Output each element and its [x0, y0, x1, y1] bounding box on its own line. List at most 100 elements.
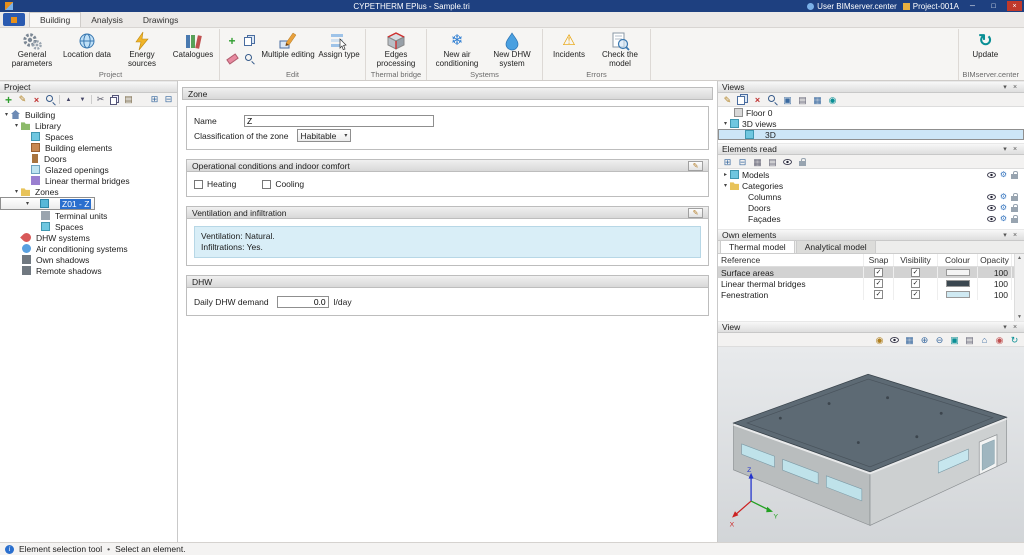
zoom-in-button[interactable]: ⊕ [919, 335, 930, 345]
orbit-button[interactable]: ◉ [874, 335, 885, 345]
snap-checkbox[interactable]: ✓ [874, 290, 883, 299]
visibility-all-button[interactable] [782, 159, 793, 165]
name-input[interactable] [244, 115, 434, 127]
panel-collapse-icon[interactable]: ▾ [1000, 231, 1010, 239]
scroll-up-icon[interactable]: ▲ [1017, 255, 1022, 261]
tree-item-doors[interactable]: Doors [0, 153, 177, 164]
panel-close-icon[interactable]: × [1010, 232, 1020, 239]
app-menu-button[interactable] [3, 13, 25, 26]
lock-icon[interactable] [1011, 196, 1018, 201]
tree-item-zones[interactable]: ▾ Zones [0, 186, 177, 197]
table-row-linear-thermal-bridges[interactable]: Linear thermal bridges ✓ ✓ 100 [718, 278, 1024, 289]
incidents-button[interactable]: ⚠ Incidents [546, 29, 592, 60]
panel-close-icon[interactable]: × [1010, 324, 1020, 331]
search-button[interactable] [241, 50, 257, 67]
view-item-3d[interactable]: 3D [718, 129, 1024, 140]
location-data-button[interactable]: Location data [60, 29, 114, 60]
update-button[interactable]: ↻ Update [962, 29, 1008, 60]
lock-icon[interactable] [1011, 218, 1018, 223]
catalogues-button[interactable]: Catalogues [170, 29, 216, 60]
tab-analysis[interactable]: Analysis [81, 13, 133, 27]
eye-icon[interactable] [987, 205, 996, 211]
expander-icon[interactable]: ▾ [721, 120, 730, 127]
table-scrollbar[interactable]: ▲ ▼ [1014, 254, 1024, 321]
model-view-button[interactable]: ▦ [812, 95, 823, 105]
visibility-checkbox[interactable]: ✓ [911, 290, 920, 299]
zoom-out-button[interactable]: ⊖ [934, 335, 945, 345]
visibility-checkbox[interactable]: ✓ [911, 268, 920, 277]
tab-thermal-model[interactable]: Thermal model [720, 240, 795, 253]
collapse-all-button[interactable]: ⊟ [737, 157, 748, 167]
gear-icon[interactable]: ⚙ [1000, 193, 1007, 201]
tree-item-zone-z01[interactable]: ▾ Z01 - Z [0, 197, 95, 210]
3d-viewport[interactable]: Z X Y [718, 347, 1024, 542]
add-button[interactable]: + [224, 32, 240, 49]
tree-item-remote-shadows[interactable]: Remote shadows [0, 265, 177, 276]
expander-icon[interactable]: ▸ [721, 171, 730, 178]
record-button[interactable]: ◉ [994, 335, 1005, 345]
tree-add-button[interactable]: + [3, 94, 14, 106]
tree-item-linear-thermal-bridges[interactable]: Linear thermal bridges [0, 175, 177, 186]
scroll-down-icon[interactable]: ▼ [1017, 314, 1022, 320]
delete-view-button[interactable]: × [752, 95, 763, 105]
tree-item-terminal-units[interactable]: Terminal units [0, 210, 177, 221]
elements-item-doors[interactable]: Doors ⚙ [718, 202, 1024, 213]
duplicate-button[interactable] [241, 32, 257, 49]
view-item-floor0[interactable]: Floor 0 [718, 107, 1024, 118]
elements-item-categories[interactable]: ▾ Categories [718, 180, 1024, 191]
dhw-demand-input[interactable] [277, 296, 329, 308]
expander-icon[interactable]: ▾ [23, 200, 32, 207]
print-view-button[interactable]: ▤ [797, 95, 808, 105]
snap-checkbox[interactable]: ✓ [874, 268, 883, 277]
tree-item-building-elements[interactable]: Building elements [0, 142, 177, 153]
tab-building[interactable]: Building [29, 12, 81, 27]
zoom-view-button[interactable] [767, 94, 778, 105]
visibility-checkbox[interactable]: ✓ [911, 279, 920, 288]
bimserver-project[interactable]: Project-001A [903, 2, 959, 11]
elements-item-columns[interactable]: Columns ⚙ [718, 191, 1024, 202]
eye-icon[interactable] [987, 172, 996, 178]
list-button[interactable]: ▤ [767, 157, 778, 167]
edges-processing-button[interactable]: Edges processing [369, 29, 423, 68]
ventilation-edit-button[interactable]: ✎ [688, 208, 703, 218]
tree-edit-button[interactable]: ✎ [17, 94, 28, 106]
grid-button[interactable]: ▦ [752, 157, 763, 167]
edit-view-button[interactable]: ✎ [722, 95, 733, 105]
gear-icon[interactable]: ⚙ [1000, 171, 1007, 179]
box-view-button[interactable]: ▣ [949, 335, 960, 345]
multiple-editing-button[interactable]: Multiple editing [261, 29, 315, 60]
tab-analytical-model[interactable]: Analytical model [796, 240, 876, 253]
panel-close-icon[interactable]: × [1010, 84, 1020, 91]
display-options-button[interactable]: ◉ [827, 95, 838, 105]
tree-item-building[interactable]: ▾ Building [0, 109, 177, 120]
erase-button[interactable] [224, 50, 240, 67]
collapse-all-button[interactable]: ⊟ [163, 94, 174, 106]
eye-icon[interactable] [987, 216, 996, 222]
classification-select[interactable]: Habitable ▾ [297, 129, 352, 142]
tree-item-glazed-openings[interactable]: Glazed openings [0, 164, 177, 175]
lock-all-button[interactable] [797, 158, 808, 166]
close-button[interactable]: × [1007, 1, 1022, 11]
eye-icon[interactable] [987, 194, 996, 200]
expand-all-button[interactable]: ⊞ [722, 157, 733, 167]
panel-collapse-icon[interactable]: ▾ [1000, 323, 1010, 331]
copy-button[interactable] [109, 94, 120, 106]
home-view-button[interactable]: ⌂ [979, 335, 990, 345]
panel-collapse-icon[interactable]: ▾ [1000, 145, 1010, 153]
colour-swatch[interactable] [946, 280, 970, 287]
cooling-checkbox[interactable] [262, 180, 271, 189]
duplicate-view-button[interactable] [737, 94, 748, 105]
gear-icon[interactable]: ⚙ [1000, 204, 1007, 212]
expand-all-button[interactable]: ⊞ [149, 94, 160, 106]
grid-button[interactable]: ▦ [904, 335, 915, 345]
minimize-button[interactable]: ─ [965, 1, 980, 11]
tree-item-spaces[interactable]: Spaces [0, 131, 177, 142]
camera-button[interactable]: ▣ [782, 95, 793, 105]
panel-close-icon[interactable]: × [1010, 146, 1020, 153]
bimserver-user[interactable]: User BIMserver.center [807, 2, 897, 11]
tree-item-air-conditioning-systems[interactable]: Air conditioning systems [0, 243, 177, 254]
visibility-button[interactable] [889, 337, 900, 343]
tree-item-dhw-systems[interactable]: DHW systems [0, 232, 177, 243]
check-model-button[interactable]: Check the model [593, 29, 647, 68]
colour-swatch[interactable] [946, 291, 970, 298]
